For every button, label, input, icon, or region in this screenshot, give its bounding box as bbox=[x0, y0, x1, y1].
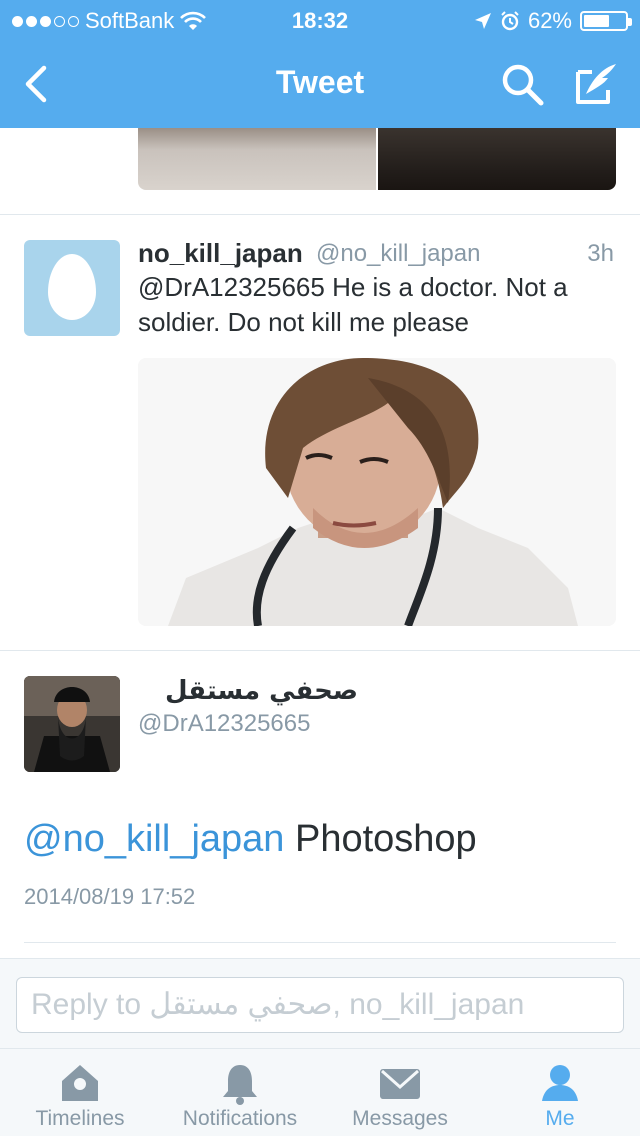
compose-icon[interactable] bbox=[572, 60, 620, 108]
divider bbox=[0, 214, 640, 215]
reply-bar bbox=[0, 958, 640, 1048]
main-tweet-text: @no_kill_japan Photoshop bbox=[24, 818, 477, 861]
mention-link[interactable]: @no_kill_japan bbox=[24, 818, 284, 860]
tab-timelines[interactable]: Timelines bbox=[0, 1049, 160, 1136]
battery-percentage: 62% bbox=[527, 8, 572, 33]
tweet-author-name[interactable]: no_kill_japan bbox=[138, 238, 303, 269]
tweet-author-handle[interactable]: @no_kill_japan bbox=[316, 240, 480, 268]
tweet-timestamp: 3h bbox=[587, 240, 614, 267]
tab-messages[interactable]: Messages bbox=[320, 1049, 480, 1136]
main-tweet-body: Photoshop bbox=[284, 818, 477, 860]
reply-input[interactable] bbox=[16, 977, 624, 1033]
top-bar: SoftBank 18:32 62% Tweet bbox=[0, 0, 640, 128]
tab-me[interactable]: Me bbox=[480, 1049, 640, 1136]
default-egg-icon bbox=[48, 254, 96, 320]
tweet-author-handle[interactable]: @DrA12325665 bbox=[138, 710, 310, 738]
search-icon[interactable] bbox=[498, 60, 546, 108]
previous-tweet-media[interactable] bbox=[138, 128, 616, 190]
envelope-icon bbox=[380, 1069, 420, 1099]
tweet-author-name[interactable]: صحفي مستقل bbox=[138, 676, 358, 706]
battery-icon bbox=[580, 11, 632, 31]
navigation-bar: Tweet bbox=[0, 40, 640, 128]
tab-label: Timelines bbox=[35, 1107, 125, 1130]
divider bbox=[0, 650, 640, 651]
person-icon bbox=[542, 1065, 578, 1101]
status-bar: SoftBank 18:32 62% bbox=[0, 0, 640, 40]
tab-label: Me bbox=[545, 1107, 575, 1130]
tab-label: Messages bbox=[352, 1107, 448, 1130]
avatar[interactable] bbox=[24, 676, 120, 772]
avatar[interactable] bbox=[24, 240, 120, 336]
home-icon bbox=[62, 1065, 98, 1101]
tab-label: Notifications bbox=[182, 1107, 298, 1130]
tab-bar: Timelines Notifications Messages Me bbox=[0, 1048, 640, 1136]
profile-photo-image bbox=[24, 676, 120, 772]
tweet-date: 2014/08/19 17:52 bbox=[24, 884, 196, 909]
location-arrow-icon bbox=[474, 13, 491, 29]
bell-icon bbox=[223, 1065, 257, 1105]
alarm-icon bbox=[501, 11, 519, 31]
tab-notifications[interactable]: Notifications bbox=[160, 1049, 320, 1136]
person-photo-image bbox=[138, 358, 616, 626]
tweet-text: @DrA12325665 He is a doctor. Not a soldi… bbox=[138, 272, 568, 337]
divider bbox=[24, 942, 616, 943]
tweet-media[interactable] bbox=[138, 358, 616, 626]
